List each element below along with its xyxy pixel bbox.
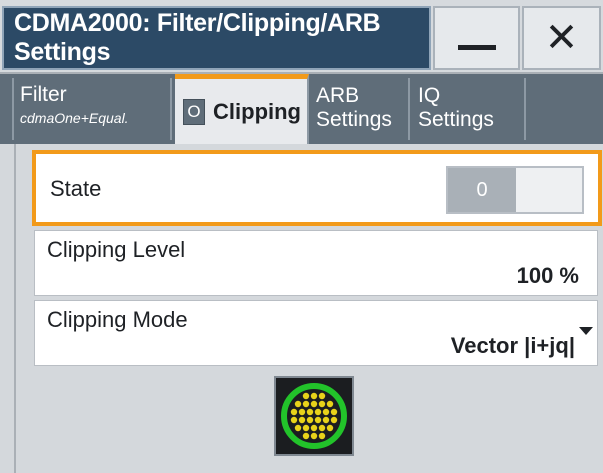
- constellation-graph-button[interactable]: [274, 376, 354, 456]
- tab-bar: Filter cdmaOne+Equal. O Clipping ARB Set…: [0, 74, 603, 144]
- close-button[interactable]: ✕: [522, 6, 601, 70]
- tab-filter[interactable]: Filter cdmaOne+Equal.: [12, 78, 172, 140]
- minimize-button[interactable]: [433, 6, 520, 70]
- clipping-level-field[interactable]: Clipping Level 100 %: [34, 230, 598, 296]
- dropdown-arrow-icon: [579, 327, 593, 335]
- clipping-mode-select[interactable]: Clipping Mode Vector |i+jq|: [34, 300, 598, 366]
- tab-bar-filler: [528, 78, 603, 140]
- clipping-mode-label: Clipping Mode: [47, 307, 188, 332]
- minimize-icon: [457, 44, 496, 50]
- state-label: State: [50, 176, 102, 201]
- tab-filter-sublabel: cdmaOne+Equal.: [20, 110, 129, 126]
- state-row[interactable]: State 0: [32, 150, 602, 226]
- tab-arb-label-line2: Settings: [316, 108, 392, 131]
- title-bar: CDMA2000: Filter/Clipping/ARB Settings ✕: [0, 0, 603, 74]
- clipping-state-indicator: O: [183, 98, 206, 125]
- clipping-panel: State 0 Clipping Level 100 % Clipping Mo…: [14, 144, 603, 473]
- constellation-icon: [281, 383, 347, 449]
- window-title: CDMA2000: Filter/Clipping/ARB Settings: [2, 6, 431, 70]
- clipping-mode-value: Vector |i+jq|: [450, 333, 575, 358]
- close-icon: ✕: [544, 16, 579, 60]
- state-toggle[interactable]: 0: [446, 166, 584, 214]
- clipping-settings-dialog: CDMA2000: Filter/Clipping/ARB Settings ✕…: [0, 0, 603, 473]
- tab-clipping-label: Clipping: [213, 98, 301, 124]
- tab-iq-label-line2: Settings: [418, 108, 494, 131]
- tab-iq-label-line1: IQ: [418, 84, 441, 107]
- tab-filter-label: Filter: [20, 83, 67, 106]
- tab-clipping[interactable]: O Clipping: [175, 74, 309, 144]
- state-toggle-knob: 0: [448, 168, 516, 212]
- tab-iq-settings[interactable]: IQ Settings: [412, 78, 526, 140]
- tab-arb-label-line1: ARB: [316, 84, 360, 107]
- clipping-level-value: 100 %: [516, 263, 579, 288]
- tab-arb-settings[interactable]: ARB Settings: [310, 78, 410, 140]
- clipping-level-label: Clipping Level: [47, 237, 186, 262]
